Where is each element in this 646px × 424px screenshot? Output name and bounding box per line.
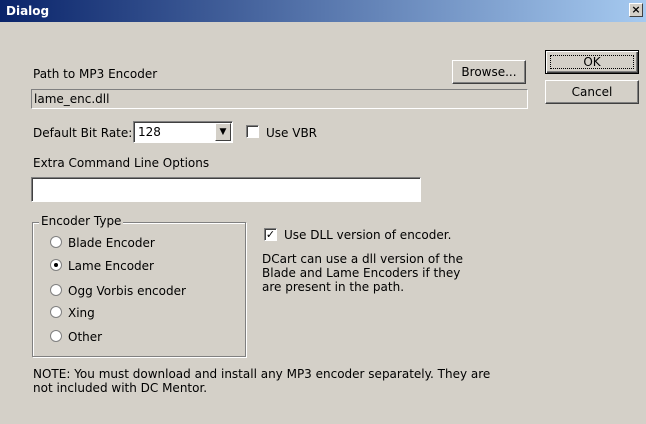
checkmark-icon: ✓ xyxy=(265,228,276,241)
close-button[interactable]: × xyxy=(629,3,643,17)
encoder-type-legend: Encoder Type xyxy=(39,214,124,228)
bitrate-label: Default Bit Rate: xyxy=(33,126,133,140)
note-line: not included with DC Mentor. xyxy=(33,381,208,395)
dll-checkbox[interactable]: ✓ xyxy=(264,228,277,241)
cancel-button-label: Cancel xyxy=(571,85,613,99)
note-text: NOTE: You must download and install any … xyxy=(33,367,490,395)
vbr-checkbox[interactable] xyxy=(246,125,259,138)
dll-label: Use DLL version of encoder. xyxy=(284,228,452,242)
focus-ring xyxy=(550,55,634,69)
encoder-path-field: lame_enc.dll xyxy=(31,89,528,109)
dialog-window: Dialog × OK Cancel Path to MP3 Encoder B… xyxy=(0,0,646,424)
bitrate-value: 128 xyxy=(138,125,161,139)
radio-xing[interactable] xyxy=(50,306,62,318)
note-line: NOTE: You must download and install any … xyxy=(33,367,491,381)
extra-options-label: Extra Command Line Options xyxy=(33,156,210,170)
radio-other-label: Other xyxy=(68,330,103,344)
radio-other[interactable] xyxy=(50,330,62,342)
chevron-down-icon[interactable]: ▼ xyxy=(215,123,231,141)
browse-button-label: Browse... xyxy=(461,65,517,79)
dll-description-line: DCart can use a dll version of the xyxy=(262,252,463,266)
radio-ogg-vorbis-encoder-label: Ogg Vorbis encoder xyxy=(68,284,186,298)
dll-description-line: Blade and Lame Encoders if they xyxy=(262,266,461,280)
vbr-label: Use VBR xyxy=(266,126,318,140)
window-title: Dialog xyxy=(6,4,50,18)
radio-ogg-vorbis-encoder[interactable] xyxy=(50,284,62,296)
encoder-path-label: Path to MP3 Encoder xyxy=(33,67,158,81)
dll-description-line: are present in the path. xyxy=(262,280,405,294)
radio-lame-encoder[interactable] xyxy=(50,259,62,271)
radio-xing-label: Xing xyxy=(68,306,95,320)
radio-blade-encoder[interactable] xyxy=(50,236,62,248)
cancel-button[interactable]: Cancel xyxy=(545,80,639,104)
dll-description: DCart can use a dll version of the Blade… xyxy=(262,252,463,294)
radio-blade-encoder-label: Blade Encoder xyxy=(68,236,155,250)
title-bar[interactable]: Dialog × xyxy=(0,0,646,22)
extra-options-input[interactable] xyxy=(31,177,421,202)
bitrate-dropdown[interactable]: 128 ▼ xyxy=(133,121,233,143)
browse-button[interactable]: Browse... xyxy=(452,60,526,84)
close-icon: × xyxy=(631,3,641,16)
radio-lame-encoder-label: Lame Encoder xyxy=(68,259,154,273)
ok-button[interactable]: OK xyxy=(545,50,639,74)
